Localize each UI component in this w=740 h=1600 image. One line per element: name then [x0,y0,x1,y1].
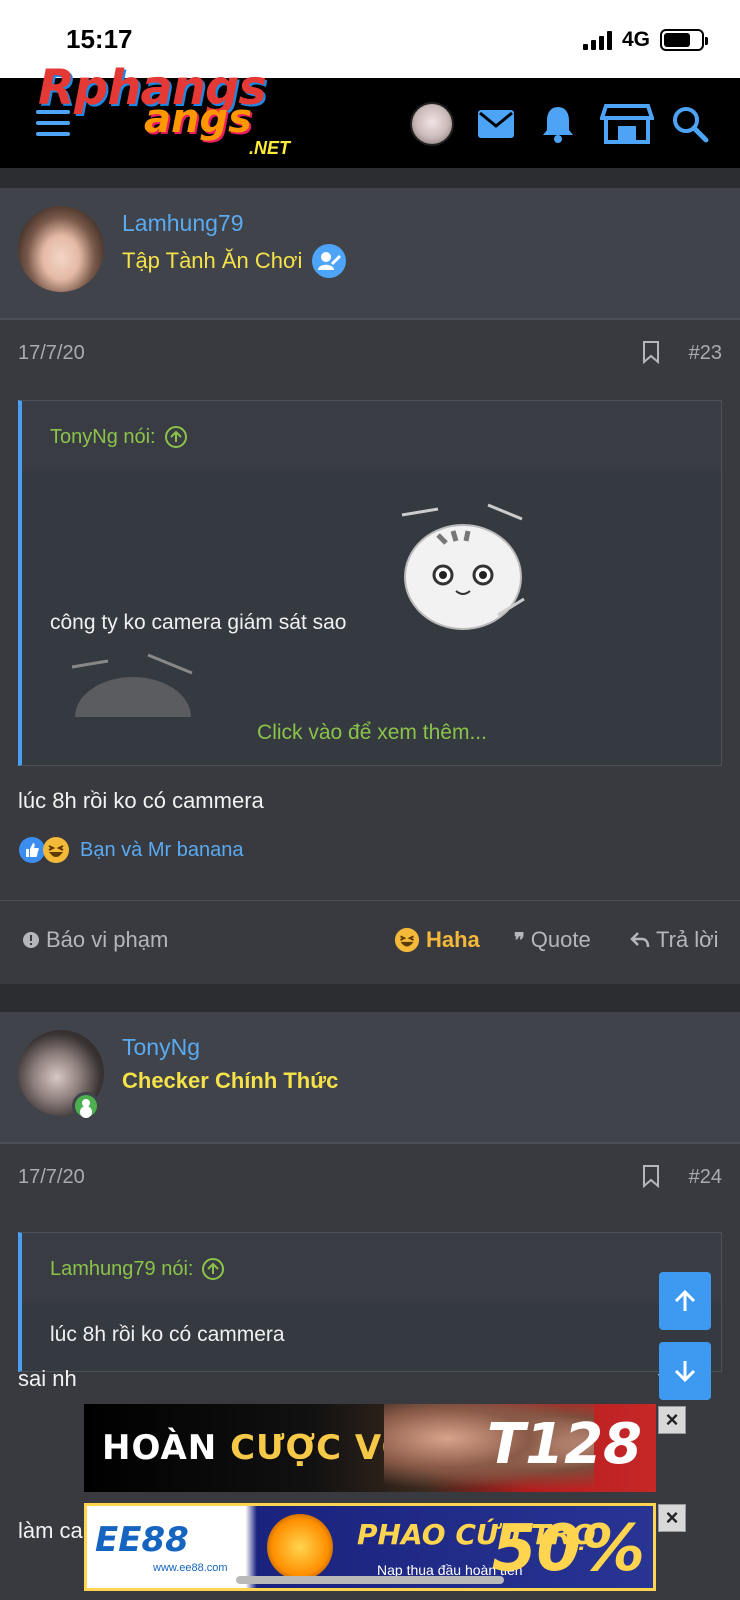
separator [0,984,740,1012]
ad-site: www.ee88.com [153,1562,228,1574]
coin-image [267,1514,333,1580]
quote-header: TonyNg nói: [22,401,721,471]
store-icon[interactable] [600,102,654,146]
scroll-bottom-button[interactable] [659,1342,711,1400]
bell-icon[interactable] [536,102,580,146]
bookmark-icon[interactable] [642,340,660,364]
report-button[interactable]: Báo vi phạm [22,927,168,953]
status-right: 4G [582,28,708,52]
post-number[interactable]: #23 [689,342,722,365]
post-author-header: Lamhung79 Tập Tành Ăn Chơi [0,188,740,320]
quote-author-text: Lamhung79 nói: [50,1257,194,1280]
quote-label: Quote [530,927,591,952]
author-title: Tập Tành Ăn Chơi [122,244,347,278]
quote-block: Lamhung79 nói: lúc 8h rồi ko có cammera [18,1232,722,1372]
ad-brand: T128 [486,1412,642,1477]
signal-icon [582,30,612,50]
post-author-header: TonyNg Checker Chính Thức [0,1012,740,1144]
ad-banner-t128[interactable]: HOÀN CƯỢC VÔ TẬN T128 [84,1404,656,1492]
read-more-link[interactable]: Click vào để xem thêm... [22,721,722,745]
post-meta: 17/7/20 #23 [0,320,740,386]
post-date[interactable]: 17/7/20 [18,1166,85,1189]
quote-block: TonyNg nói: công ty ko camera giám sát s… [18,400,722,766]
scroll-top-button[interactable] [659,1272,711,1330]
quote-mark-icon: ❞ [514,929,525,952]
network-label: 4G [621,28,650,51]
author-username[interactable]: Lamhung79 [122,210,244,237]
search-icon[interactable] [668,102,712,146]
logo-text-sub: angs [144,96,252,142]
site-logo[interactable]: Rphangs angs .NET [34,60,334,160]
alert-icon [23,932,39,948]
arrow-down-icon [674,1361,696,1383]
haha-icon [394,927,420,953]
post-body-text-line: làm ca [18,1518,83,1543]
haha-reaction-icon [43,837,69,863]
cat-sticker-faded-image [71,653,193,717]
ad-close-button[interactable]: × [658,1406,686,1434]
report-label: Báo vi phạm [46,927,169,952]
app-header: Rphangs angs .NET [0,60,740,168]
author-title-text: Checker Chính Thức [122,1068,339,1093]
author-title: Checker Chính Thức [122,1068,338,1094]
ad-headline-white: HOÀN [102,1428,231,1468]
quote-author[interactable]: Lamhung79 nói: [50,1257,225,1281]
quote-text: lúc 8h rồi ko có cammera [50,1323,285,1346]
reactions-bar[interactable]: Bạn và Mr banana [18,836,243,864]
reply-label: Trả lời [656,927,719,952]
separator [0,168,740,188]
quote-text: công ty ko camera giám sát sao [50,611,347,634]
post-date[interactable]: 17/7/20 [18,342,85,365]
author-avatar[interactable] [18,206,104,292]
author-title-text: Tập Tành Ăn Chơi [122,248,303,273]
haha-label: Haha [426,927,480,952]
quote-body: công ty ko camera giám sát sao Click vào… [22,471,721,765]
post-number[interactable]: #24 [689,1166,722,1189]
jump-to-quote-icon[interactable] [164,425,188,449]
reply-icon [630,932,650,948]
reaction-names[interactable]: Bạn và Mr banana [80,839,243,862]
reply-button[interactable]: Trả lời [630,927,719,953]
post-body-text: lúc 8h rồi ko có cammera [18,788,264,813]
post-body-text-start: sai nh [18,1366,77,1391]
quote-button[interactable]: ❞ Quote [514,927,591,953]
home-indicator[interactable] [236,1576,504,1584]
ad-brand: EE88 [95,1520,189,1560]
battery-icon [660,29,708,51]
quote-author-text: TonyNg nói: [50,425,156,448]
haha-button[interactable]: Haha [394,927,480,953]
quote-author[interactable]: TonyNg nói: [50,425,188,449]
ad-percent: 50% [491,1512,645,1586]
user-avatar[interactable] [410,102,454,146]
post-23: Lamhung79 Tập Tành Ăn Chơi 17/7/20 #23 T… [0,188,740,984]
status-time: 15:17 [66,24,133,54]
mail-icon[interactable] [474,102,518,146]
logo-text-net: .NET [249,138,291,158]
user-badge-icon [312,244,347,278]
cat-sticker-image [401,503,525,630]
author-username[interactable]: TonyNg [122,1034,200,1061]
quote-body: lúc 8h rồi ko có cammera [22,1303,721,1371]
online-status-icon [72,1092,100,1120]
bookmark-icon[interactable] [642,1164,660,1188]
quote-header: Lamhung79 nói: [22,1233,721,1303]
ad-close-button[interactable]: × [658,1504,686,1532]
jump-to-quote-icon[interactable] [201,1257,225,1281]
post-meta: 17/7/20 #24 [0,1144,740,1210]
post-actions: Báo vi phạm Haha ❞ Quote Trả lời [0,900,740,982]
arrow-up-icon [674,1289,696,1311]
